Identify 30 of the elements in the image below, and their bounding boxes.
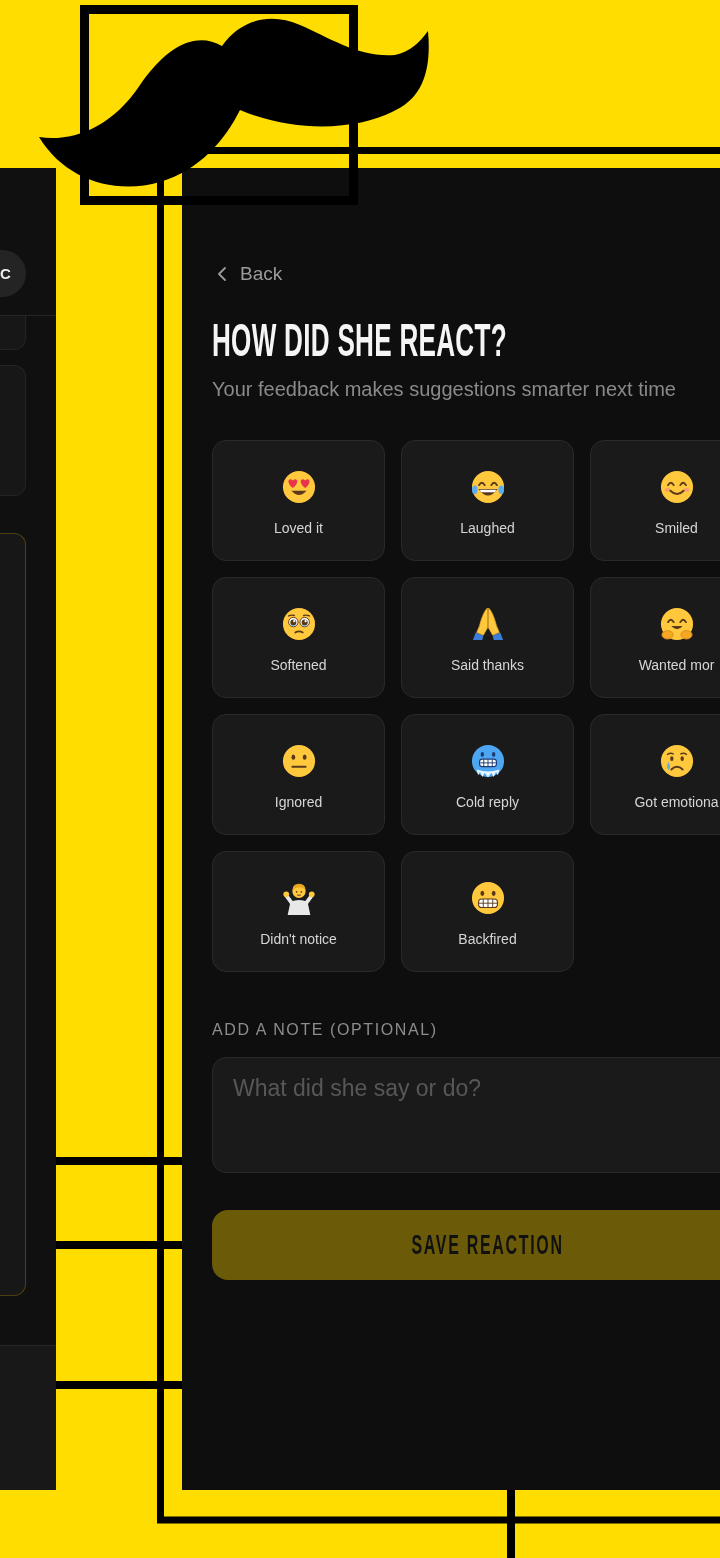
initial-avatar: C bbox=[0, 250, 26, 297]
chevron-left-icon bbox=[218, 267, 226, 281]
reaction-tile[interactable]: Got emotiona bbox=[590, 714, 720, 835]
neutral-face-icon bbox=[281, 744, 316, 778]
reaction-tile[interactable]: Softened bbox=[212, 577, 385, 698]
back-link[interactable]: Back bbox=[212, 262, 283, 286]
smiling-face-icon bbox=[659, 470, 694, 504]
reaction-tile[interactable]: Smiled bbox=[590, 440, 720, 561]
note-label: ADD A NOTE (OPTIONAL) bbox=[212, 1020, 439, 1040]
shrugging-person-icon bbox=[281, 881, 316, 915]
reaction-tile[interactable]: Ignored bbox=[212, 714, 385, 835]
list-card[interactable] bbox=[0, 533, 26, 1296]
reaction-tile[interactable]: Didn't notice bbox=[212, 851, 385, 972]
folded-hands-icon bbox=[470, 607, 505, 641]
reaction-tile[interactable]: Cold reply bbox=[401, 714, 574, 835]
page-subtitle: Your feedback makes suggestions smarter next time bbox=[212, 377, 677, 402]
cold-face-icon bbox=[470, 744, 505, 778]
teary-eyed-face-icon bbox=[281, 607, 316, 641]
note-field[interactable]: What did she say or do? bbox=[212, 1057, 720, 1173]
reaction-tile[interactable]: Said thanks bbox=[401, 577, 574, 698]
reaction-tile[interactable]: Loved it bbox=[212, 440, 385, 561]
hugging-face-icon bbox=[659, 607, 694, 641]
grimacing-face-icon bbox=[470, 881, 505, 915]
crying-face-icon bbox=[659, 744, 694, 778]
reaction-tile[interactable]: Wanted mor bbox=[590, 577, 720, 698]
reaction-tile[interactable]: Laughed bbox=[401, 440, 574, 561]
tears-of-joy-face-icon bbox=[470, 470, 505, 504]
page-title: HOW DID SHE REACT? bbox=[212, 317, 507, 363]
reaction-tile[interactable]: Backfired bbox=[401, 851, 574, 972]
heart-eyes-face-icon bbox=[281, 470, 316, 504]
